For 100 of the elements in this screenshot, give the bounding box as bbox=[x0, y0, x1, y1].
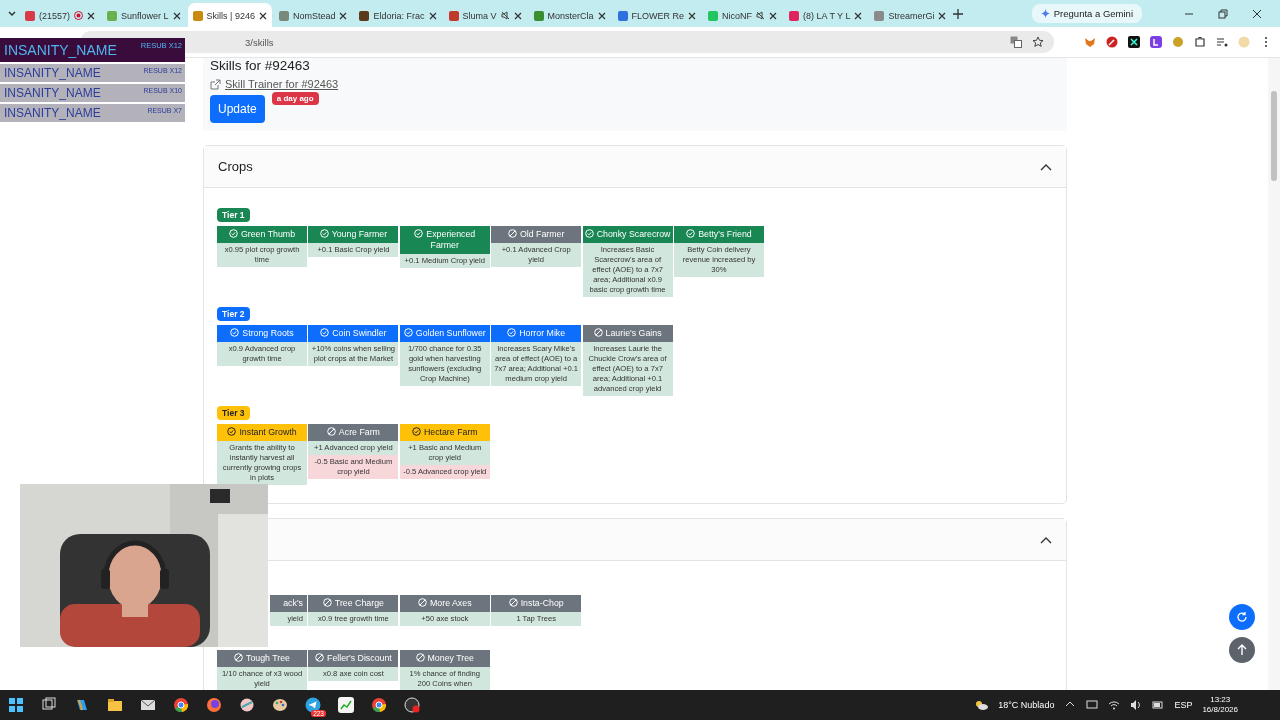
muted-speaker-icon[interactable] bbox=[756, 11, 766, 20]
scroll-top-button[interactable] bbox=[1229, 637, 1255, 663]
time-text: 13:23 bbox=[1210, 695, 1231, 705]
fox-extension-icon[interactable] bbox=[1084, 36, 1096, 48]
ban-icon bbox=[326, 427, 336, 436]
skill-header[interactable]: Young Farmer bbox=[308, 226, 399, 243]
obs-icon[interactable] bbox=[404, 697, 420, 713]
section-title: Crops bbox=[218, 159, 254, 174]
cross-extension-icon[interactable] bbox=[1128, 36, 1140, 48]
muted-speaker-icon[interactable] bbox=[500, 11, 510, 20]
skill-header[interactable]: ack's bbox=[270, 595, 307, 612]
skill-header[interactable]: Hectare Farm bbox=[399, 424, 490, 441]
new-tab-icon[interactable] bbox=[953, 8, 964, 19]
skill-header[interactable]: Old Farmer bbox=[491, 226, 582, 243]
close-icon[interactable] bbox=[339, 11, 348, 20]
task-view-icon[interactable] bbox=[41, 697, 57, 713]
weather-text[interactable]: 18°C Nublado bbox=[998, 700, 1055, 710]
skill-header[interactable]: Coin Swindler bbox=[308, 325, 399, 342]
browser-tab[interactable]: NomStead bbox=[273, 3, 353, 28]
chevron-up-icon[interactable] bbox=[1040, 162, 1052, 171]
close-icon[interactable] bbox=[258, 11, 267, 20]
close-icon[interactable] bbox=[597, 11, 606, 20]
battery-icon[interactable] bbox=[1152, 699, 1165, 711]
browser-tab[interactable]: Sunflower L bbox=[102, 3, 186, 28]
close-icon[interactable] bbox=[513, 11, 522, 20]
skill-header[interactable]: Acre Farm bbox=[308, 424, 399, 441]
browser-tab[interactable]: (8) LA T Y L bbox=[784, 3, 868, 28]
close-icon[interactable] bbox=[87, 11, 96, 20]
ban-icon bbox=[234, 653, 243, 662]
skill-header[interactable]: Feller's Discount bbox=[308, 650, 399, 667]
scrollbar[interactable] bbox=[1268, 58, 1280, 690]
skill-header[interactable]: Tree Charge bbox=[308, 595, 399, 612]
browser-tab[interactable]: FLOWER Re bbox=[612, 3, 702, 28]
chrome-icon[interactable] bbox=[371, 697, 387, 713]
gemini-button[interactable]: Pregunta a Gemini bbox=[1031, 4, 1142, 23]
update-button[interactable]: Update bbox=[210, 95, 265, 123]
close-icon[interactable] bbox=[854, 11, 863, 20]
browser-tab[interactable]: Eldoria: Frac bbox=[354, 3, 442, 28]
close-icon[interactable] bbox=[172, 11, 181, 20]
ban-icon bbox=[418, 598, 427, 607]
chevron-up-icon[interactable] bbox=[1040, 535, 1052, 544]
browser-tab[interactable]: Skills | 9246 bbox=[187, 3, 272, 28]
windows-icon[interactable] bbox=[8, 697, 24, 713]
wifi-icon[interactable] bbox=[1108, 699, 1121, 711]
skill-header[interactable]: Money Tree bbox=[399, 650, 490, 667]
browser-tab[interactable]: MonsterCla bbox=[528, 3, 611, 28]
telegram-icon[interactable] bbox=[305, 697, 321, 713]
media-icon[interactable] bbox=[1216, 36, 1228, 48]
network-icon[interactable] bbox=[1086, 699, 1099, 711]
skill-header[interactable]: Instant Growth bbox=[217, 424, 307, 441]
skill-header[interactable]: Chonky Scarecrow bbox=[582, 226, 673, 243]
check-circle-icon bbox=[319, 229, 329, 238]
close-icon[interactable] bbox=[938, 11, 947, 20]
translate-icon[interactable] bbox=[1010, 36, 1022, 48]
browser-tab[interactable]: Sluma V bbox=[443, 3, 527, 28]
skill-header[interactable]: Horror Mike bbox=[491, 325, 582, 342]
speaker-icon[interactable] bbox=[1130, 699, 1143, 711]
close-icon[interactable] bbox=[688, 11, 697, 20]
skill-header[interactable]: Tough Tree bbox=[217, 650, 307, 667]
copilot-icon[interactable] bbox=[74, 697, 90, 713]
ban-icon bbox=[508, 598, 518, 607]
tab-title: Eldoria: Frac bbox=[373, 10, 425, 21]
refresh-button[interactable] bbox=[1229, 604, 1255, 630]
firefox-icon[interactable] bbox=[206, 697, 222, 713]
weather-icon[interactable] bbox=[974, 699, 989, 711]
refresh-icon bbox=[1236, 611, 1248, 623]
skill-header[interactable]: Experienced Farmer bbox=[399, 226, 490, 254]
skill-header[interactable]: Green Thumb bbox=[217, 226, 307, 243]
tab-title: (21557) bbox=[39, 10, 71, 21]
check-circle-icon bbox=[228, 229, 238, 238]
skill-header[interactable]: Laurie's Gains bbox=[582, 325, 673, 342]
check-circle-icon bbox=[403, 328, 413, 337]
browser-tab[interactable]: NicoNF bbox=[703, 3, 783, 28]
skill-header[interactable]: Insta-Chop bbox=[491, 595, 582, 612]
browser-tab[interactable]: (21557) bbox=[20, 3, 101, 28]
clock[interactable]: 13:23 16/8/2026 bbox=[1202, 695, 1238, 715]
close-icon[interactable] bbox=[1252, 8, 1262, 19]
language-indicator[interactable]: ESP bbox=[1174, 700, 1193, 710]
close-icon[interactable] bbox=[769, 11, 778, 20]
square-extension-icon[interactable] bbox=[1150, 36, 1162, 48]
tab-title: NomStead bbox=[292, 10, 336, 21]
palette-icon[interactable] bbox=[272, 697, 288, 713]
tab-title: (8) LA T Y L bbox=[803, 10, 851, 21]
check-circle-icon bbox=[507, 328, 517, 337]
star-icon[interactable] bbox=[1032, 36, 1044, 48]
folder-icon[interactable] bbox=[107, 697, 123, 713]
skill-trainer-link[interactable]: Skill Trainer for #92463 bbox=[210, 78, 339, 90]
chrome-icon[interactable] bbox=[173, 697, 189, 713]
restore-icon[interactable] bbox=[1218, 8, 1228, 19]
chart-icon[interactable] bbox=[338, 697, 354, 713]
app-icon[interactable] bbox=[239, 697, 255, 713]
date-text: 16/8/2026 bbox=[1202, 705, 1238, 715]
close-icon[interactable] bbox=[428, 11, 437, 20]
scroll-thumb[interactable] bbox=[1271, 91, 1277, 181]
mail-icon[interactable] bbox=[140, 697, 156, 713]
skill-header[interactable]: Golden Sunflower bbox=[399, 325, 490, 342]
browser-tab[interactable]: StreamerGi bbox=[869, 3, 952, 28]
skill-header[interactable]: Strong Roots bbox=[217, 325, 307, 342]
skill-header[interactable]: More Axes bbox=[399, 595, 490, 612]
skill-header[interactable]: Betty's Friend bbox=[673, 226, 764, 243]
